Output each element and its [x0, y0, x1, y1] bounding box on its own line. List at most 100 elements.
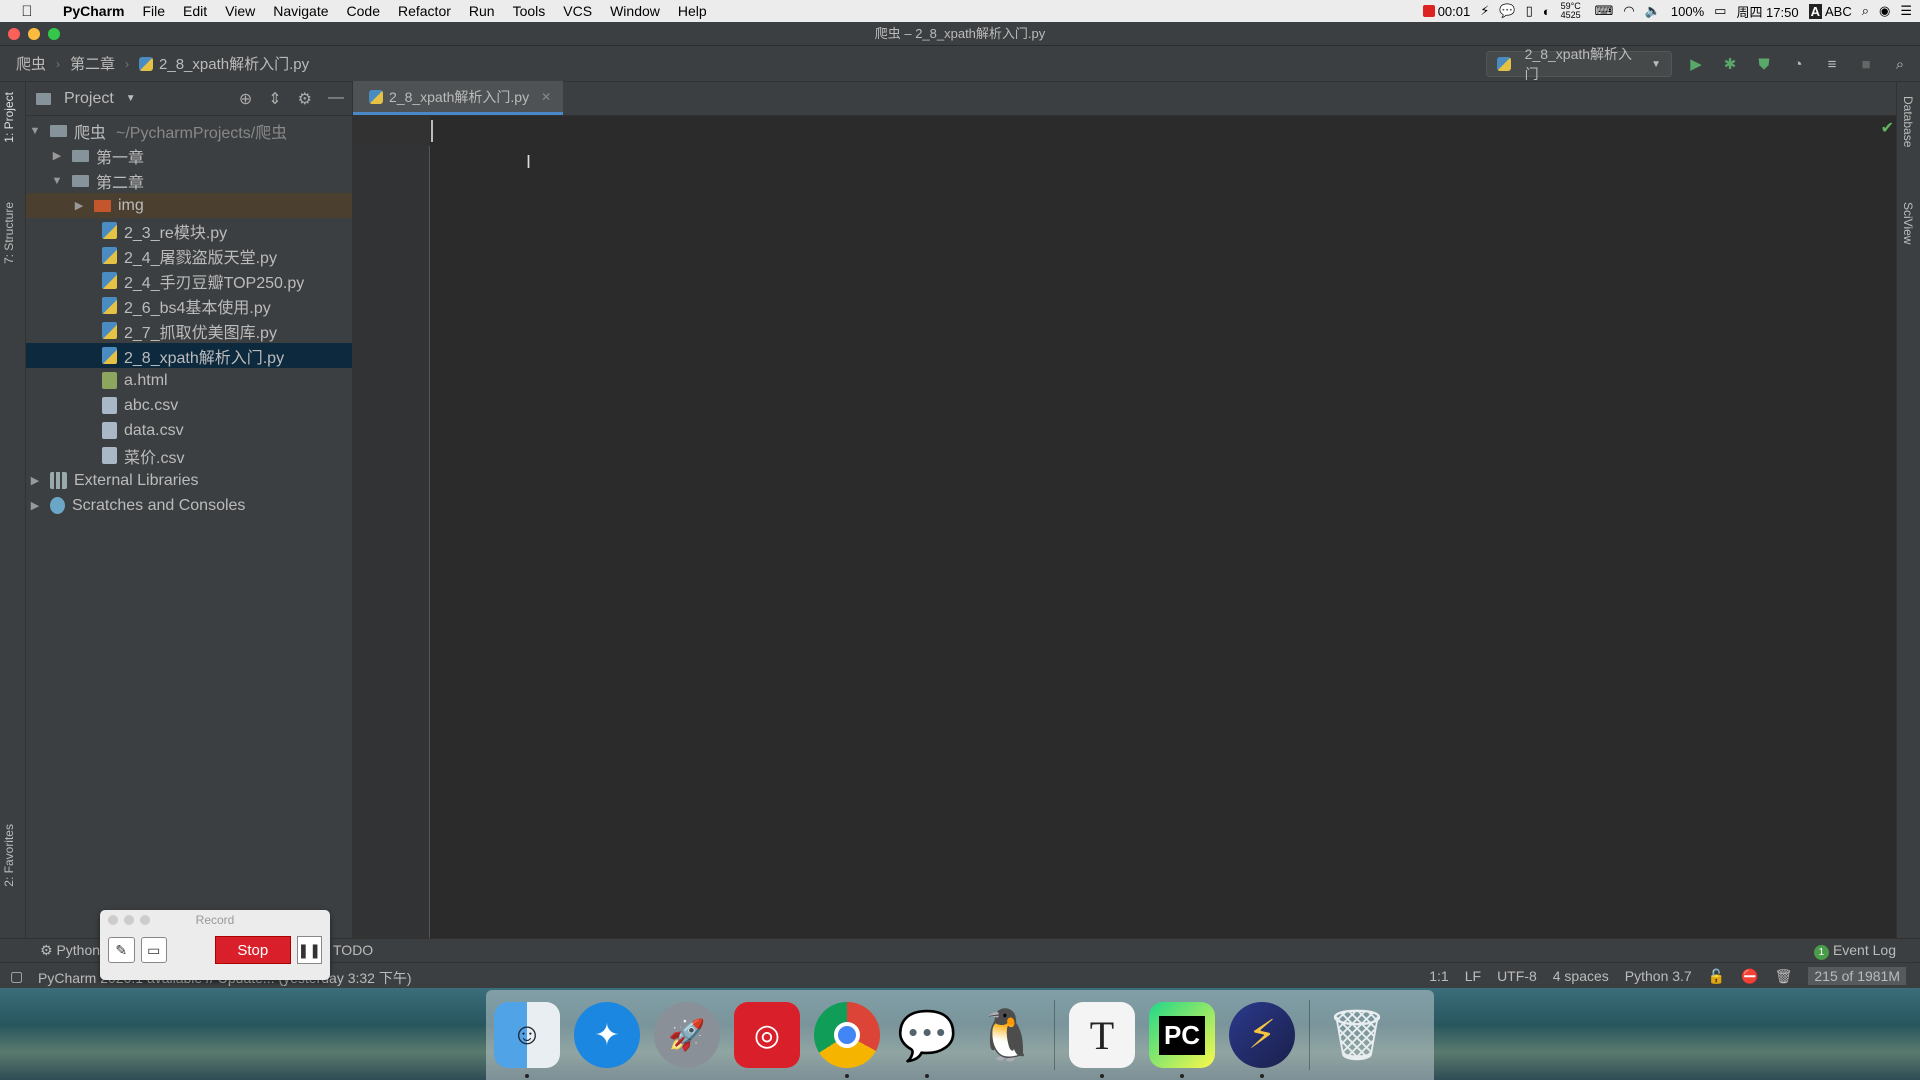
spotlight-icon[interactable]: ⌕: [1862, 3, 1869, 19]
tree-item-file[interactable]: 菜价.csv: [26, 443, 352, 468]
concurrency-diagram-icon[interactable]: ≡: [1822, 54, 1842, 74]
trash-status-icon[interactable]: 🗑: [1775, 968, 1793, 985]
tree-item-scratches[interactable]: ▶ Scratches and Consoles: [26, 493, 352, 518]
minimize-icon[interactable]: [124, 915, 134, 925]
weather-text[interactable]: 59°C 4525: [1561, 2, 1585, 20]
notification-center-icon[interactable]: ☰: [1900, 3, 1912, 19]
lightning-icon[interactable]: ⚡: [1480, 3, 1489, 19]
battery-icon[interactable]: ▭: [1714, 3, 1726, 19]
qq-icon[interactable]: 🐧: [974, 1002, 1040, 1068]
chevron-down-icon[interactable]: ▼: [28, 125, 42, 137]
tree-item-file[interactable]: 2_6_bs4基本使用.py: [26, 293, 352, 318]
menu-tools[interactable]: Tools: [504, 0, 555, 22]
minimize-window-button[interactable]: [28, 28, 40, 40]
clipboard-icon[interactable]: ▯: [1526, 3, 1533, 19]
netease-music-icon[interactable]: ◎: [734, 1002, 800, 1068]
memory-indicator[interactable]: 215 of 1981M: [1808, 967, 1906, 985]
apple-icon[interactable]: : [0, 3, 54, 20]
tree-item-img[interactable]: ▶ img: [26, 193, 352, 218]
close-tab-icon[interactable]: ✕: [541, 90, 551, 104]
menu-app-name[interactable]: PyCharm: [54, 0, 133, 22]
tree-item-file[interactable]: 2_4_屠戮盗版天堂.py: [26, 243, 352, 268]
inspector-icon[interactable]: ⛔: [1741, 968, 1758, 985]
menu-help[interactable]: Help: [669, 0, 716, 22]
run-icon[interactable]: ▶: [1686, 54, 1706, 74]
menu-code[interactable]: Code: [338, 0, 389, 22]
tree-item-ch2[interactable]: ▼ 第二章: [26, 168, 352, 193]
chevron-down-icon[interactable]: ▼: [50, 175, 64, 187]
tab-sciview[interactable]: SciView: [1901, 202, 1915, 244]
inspection-ok-icon[interactable]: ✔: [1881, 118, 1894, 138]
tree-item-root[interactable]: ▼ 爬虫 ~/PycharmProjects/爬虫: [26, 118, 352, 143]
pen-tool-icon[interactable]: ✎: [108, 937, 135, 963]
volume-icon[interactable]: 🔈: [1645, 3, 1661, 19]
breadcrumb-root[interactable]: 爬虫: [0, 53, 52, 74]
event-log-button[interactable]: 1 Event Log: [1813, 942, 1896, 960]
tree-item-external-libraries[interactable]: ▶ External Libraries: [26, 468, 352, 493]
menu-run[interactable]: Run: [460, 0, 504, 22]
gear-icon[interactable]: ⚙: [298, 89, 312, 109]
file-encoding[interactable]: UTF-8: [1497, 968, 1537, 984]
tab-database[interactable]: Database: [1901, 96, 1915, 147]
tree-item-file[interactable]: data.csv: [26, 418, 352, 443]
menu-view[interactable]: View: [216, 0, 264, 22]
tab-structure[interactable]: 7: Structure: [2, 202, 16, 264]
breadcrumb-folder[interactable]: 第二章: [64, 53, 121, 74]
chevron-right-icon[interactable]: ▶: [72, 199, 86, 212]
tree-item-file[interactable]: 2_7_抓取优美图库.py: [26, 318, 352, 343]
tree-item-ch1[interactable]: ▶ 第一章: [26, 143, 352, 168]
pause-icon[interactable]: ❚❚: [296, 936, 322, 964]
chevron-right-icon[interactable]: ▶: [28, 499, 42, 512]
wechat-menubar-icon[interactable]: 💬: [1499, 3, 1515, 19]
keyboard-icon[interactable]: ⌨: [1595, 3, 1614, 19]
locate-file-icon[interactable]: ⊕: [239, 89, 252, 109]
wechat-icon[interactable]: 💬: [894, 1002, 960, 1078]
tab-python-console[interactable]: ⚙ Python: [40, 942, 100, 959]
menu-vcs[interactable]: VCS: [554, 0, 601, 22]
tab-project[interactable]: 1: Project: [2, 92, 16, 143]
record-timer[interactable]: 00:01: [1422, 4, 1470, 19]
stop-button[interactable]: Stop: [215, 936, 291, 964]
menu-file[interactable]: File: [133, 0, 174, 22]
tree-item-file[interactable]: a.html: [26, 368, 352, 393]
lock-icon[interactable]: 🔓: [1708, 968, 1725, 985]
launchpad-icon[interactable]: 🚀: [654, 1002, 720, 1068]
chevron-right-icon[interactable]: ▶: [28, 474, 42, 487]
pycharm-icon[interactable]: PC: [1149, 1002, 1215, 1078]
color-wheel-icon[interactable]: ◐: [1543, 4, 1551, 19]
thunder-icon[interactable]: ⚡: [1229, 1002, 1295, 1078]
tree-item-file[interactable]: abc.csv: [26, 393, 352, 418]
input-method-icon[interactable]: A ABC: [1808, 3, 1852, 19]
stop-icon[interactable]: ■: [1856, 54, 1876, 74]
zoom-window-button[interactable]: [48, 28, 60, 40]
screen-area-icon[interactable]: ▭: [140, 937, 167, 963]
search-everywhere-icon[interactable]: ⌕: [1890, 54, 1910, 74]
close-window-button[interactable]: [8, 28, 20, 40]
caret-position[interactable]: 1:1: [1429, 968, 1448, 984]
wifi-icon[interactable]: ◠: [1623, 3, 1634, 19]
project-view-select[interactable]: Project ▼: [36, 90, 136, 108]
tree-item-file-selected[interactable]: 2_8_xpath解析入门.py: [26, 343, 352, 368]
tree-item-file[interactable]: 2_3_re模块.py: [26, 218, 352, 243]
chevron-right-icon[interactable]: ▶: [50, 149, 64, 162]
run-configuration-select[interactable]: 2_8_xpath解析入门 ▼: [1486, 46, 1672, 82]
editor-tab-active[interactable]: 2_8_xpath解析入门.py ✕: [353, 81, 564, 115]
chrome-icon[interactable]: [814, 1002, 880, 1078]
breadcrumb-file[interactable]: 2_8_xpath解析入门.py: [133, 53, 315, 74]
tree-item-file[interactable]: 2_4_手刃豆瓣TOP250.py: [26, 268, 352, 293]
python-interpreter[interactable]: Python 3.7: [1625, 968, 1692, 984]
safari-icon[interactable]: ✦: [574, 1002, 640, 1068]
tab-favorites[interactable]: 2: Favorites: [2, 824, 16, 887]
trash-icon[interactable]: 🗑: [1324, 1002, 1390, 1068]
menu-navigate[interactable]: Navigate: [264, 0, 337, 22]
debug-icon[interactable]: ✱: [1720, 54, 1740, 74]
battery-text[interactable]: 100%: [1671, 4, 1704, 19]
run-with-coverage-icon[interactable]: ⛊: [1754, 54, 1774, 74]
clock-text[interactable]: 周四 17:50: [1736, 2, 1798, 21]
line-separator[interactable]: LF: [1465, 968, 1481, 984]
hide-panel-icon[interactable]: —: [328, 89, 344, 109]
close-icon[interactable]: [108, 915, 118, 925]
typora-icon[interactable]: T: [1069, 1002, 1135, 1078]
tool-windows-toggle-icon[interactable]: ▢: [10, 968, 23, 985]
menu-window[interactable]: Window: [601, 0, 669, 22]
